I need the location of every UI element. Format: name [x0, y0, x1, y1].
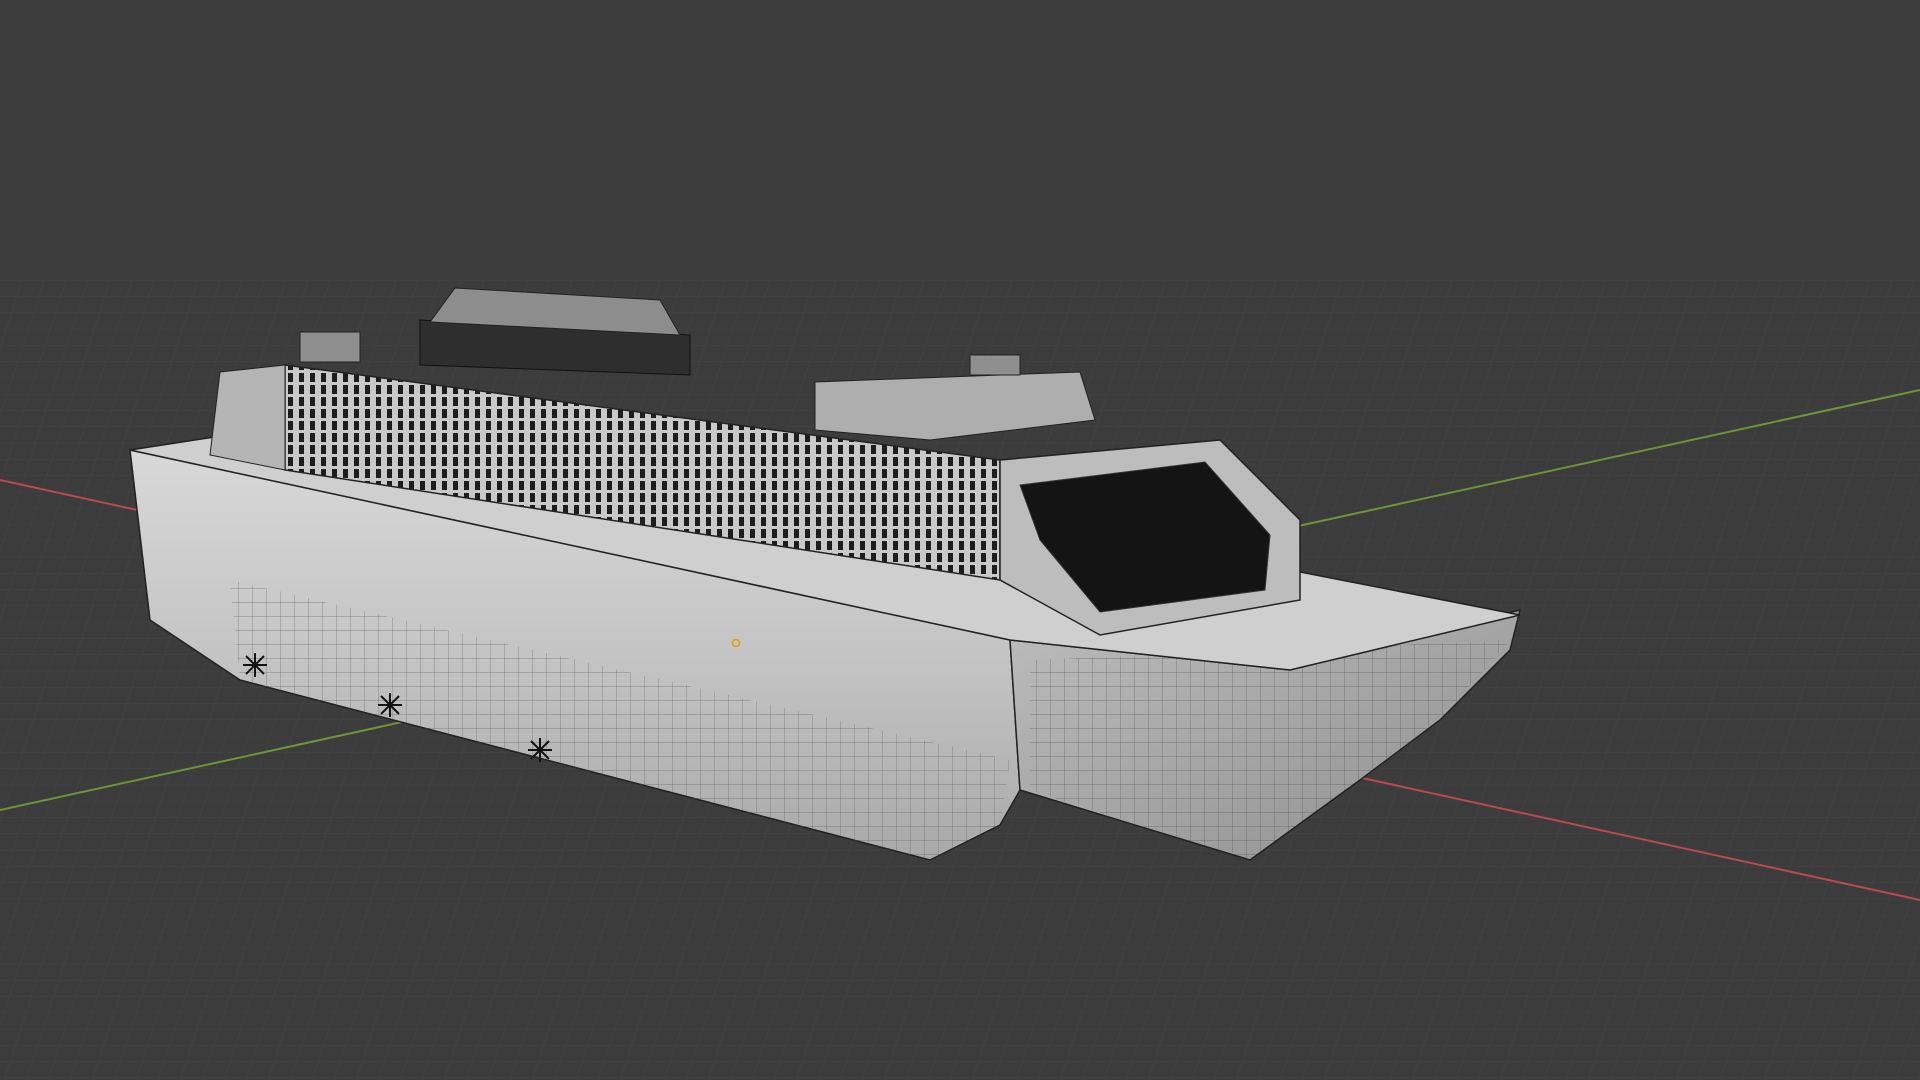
3d-viewport[interactable] — [0, 0, 1920, 1080]
vent-block — [299, 331, 361, 363]
viewport-canvas[interactable] — [0, 0, 1920, 1080]
propeller-icon — [243, 653, 267, 677]
propeller-icon — [528, 738, 552, 762]
aft-block — [209, 364, 286, 471]
propeller-icon — [378, 693, 402, 717]
